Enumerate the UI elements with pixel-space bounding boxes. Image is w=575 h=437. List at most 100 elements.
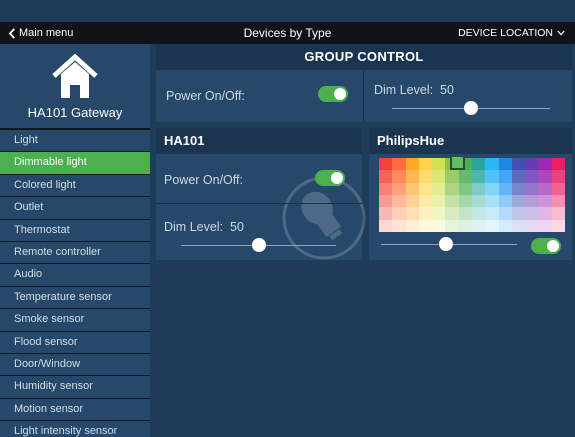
color-swatch[interactable]: [551, 207, 565, 220]
color-swatch[interactable]: [432, 170, 446, 183]
color-swatch[interactable]: [445, 170, 459, 183]
color-swatch[interactable]: [485, 158, 499, 171]
ha101-power-toggle[interactable]: [315, 170, 345, 186]
sidebar-item-temperature-sensor[interactable]: Temperature sensor: [0, 286, 150, 310]
color-swatch[interactable]: [525, 219, 539, 232]
color-swatch[interactable]: [418, 219, 433, 232]
color-swatch[interactable]: [498, 207, 512, 220]
color-swatch[interactable]: [405, 158, 419, 171]
color-swatch[interactable]: [471, 219, 486, 232]
color-swatch[interactable]: [405, 170, 419, 183]
color-swatch[interactable]: [525, 194, 539, 208]
color-swatch[interactable]: [525, 182, 539, 195]
sidebar-item-audio[interactable]: Audio: [0, 264, 150, 287]
color-swatch[interactable]: [551, 158, 565, 171]
color-swatch[interactable]: [458, 182, 472, 195]
color-swatch[interactable]: [432, 158, 446, 171]
color-swatch[interactable]: [511, 194, 526, 208]
color-swatch[interactable]: [392, 207, 406, 220]
color-swatch[interactable]: [511, 219, 526, 232]
color-swatch[interactable]: [471, 158, 486, 171]
color-swatch[interactable]: [538, 207, 552, 220]
color-swatch[interactable]: [485, 219, 499, 232]
hue-power-toggle[interactable]: [531, 238, 561, 254]
color-swatch[interactable]: [418, 158, 433, 171]
color-swatch[interactable]: [458, 170, 472, 183]
color-swatch[interactable]: [471, 170, 486, 183]
sidebar-item-flood-sensor[interactable]: Flood sensor: [0, 331, 150, 354]
color-swatch[interactable]: [551, 170, 565, 183]
color-swatch[interactable]: [525, 207, 539, 220]
color-swatch[interactable]: [485, 170, 499, 183]
color-swatch[interactable]: [511, 207, 526, 220]
color-swatch[interactable]: [525, 170, 539, 183]
color-swatch[interactable]: [432, 182, 446, 195]
color-swatch[interactable]: [405, 219, 419, 232]
color-swatch[interactable]: [485, 182, 499, 195]
color-swatch[interactable]: [471, 182, 486, 195]
main-menu-button[interactable]: Main menu: [8, 22, 73, 44]
color-swatch[interactable]: [418, 207, 433, 220]
ha101-dim-slider-thumb[interactable]: [251, 238, 266, 252]
color-swatch[interactable]: [432, 194, 446, 208]
group-dim-slider-thumb[interactable]: [464, 101, 478, 115]
color-swatch[interactable]: [538, 158, 552, 171]
color-swatch[interactable]: [379, 207, 393, 220]
color-swatch[interactable]: [485, 194, 499, 208]
sidebar-item-outlet[interactable]: Outlet: [0, 197, 150, 220]
color-swatch[interactable]: [392, 219, 406, 232]
color-swatch[interactable]: [432, 207, 446, 220]
color-swatch[interactable]: [471, 194, 486, 208]
color-swatch[interactable]: [538, 182, 552, 195]
color-swatch[interactable]: [445, 194, 459, 208]
color-swatch[interactable]: [471, 207, 486, 220]
color-swatch[interactable]: [498, 170, 512, 183]
color-swatch[interactable]: [379, 182, 393, 195]
color-swatch[interactable]: [405, 182, 419, 195]
color-swatch[interactable]: [511, 158, 526, 171]
sidebar-item-thermostat[interactable]: Thermostat: [0, 219, 150, 242]
sidebar-item-colored-light[interactable]: Colored light: [0, 174, 150, 198]
color-swatch[interactable]: [525, 158, 539, 171]
color-swatch[interactable]: [379, 158, 393, 171]
color-swatch[interactable]: [551, 194, 565, 208]
color-swatch[interactable]: [392, 182, 406, 195]
color-swatch[interactable]: [498, 219, 512, 232]
color-swatch[interactable]: [379, 219, 393, 232]
color-swatch[interactable]: [445, 207, 459, 220]
color-swatch[interactable]: [538, 219, 552, 232]
sidebar-item-door-window[interactable]: Door/Window: [0, 353, 150, 377]
color-swatch[interactable]: [485, 207, 499, 220]
color-swatch[interactable]: [551, 219, 565, 232]
color-swatch[interactable]: [405, 194, 419, 208]
color-swatch[interactable]: [418, 170, 433, 183]
color-swatch[interactable]: [379, 194, 393, 208]
color-swatch[interactable]: [432, 219, 446, 232]
color-swatch[interactable]: [458, 219, 472, 232]
sidebar-item-light-intensity-sensor[interactable]: Light intensity sensor: [0, 421, 150, 437]
color-swatch[interactable]: [392, 158, 406, 171]
color-swatch[interactable]: [392, 194, 406, 208]
color-swatch[interactable]: [458, 158, 472, 171]
color-swatch[interactable]: [538, 170, 552, 183]
sidebar-item-smoke-sensor[interactable]: Smoke sensor: [0, 309, 150, 332]
color-swatch[interactable]: [379, 170, 393, 183]
color-swatch[interactable]: [445, 182, 459, 195]
sidebar-item-light[interactable]: Light: [0, 130, 150, 153]
device-location-button[interactable]: DEVICE LOCATION: [458, 22, 565, 44]
color-swatch[interactable]: [458, 207, 472, 220]
color-swatch[interactable]: [538, 194, 552, 208]
color-swatch[interactable]: [511, 170, 526, 183]
color-swatch[interactable]: [445, 158, 459, 171]
color-swatch[interactable]: [498, 194, 512, 208]
hue-brightness-slider-thumb[interactable]: [439, 237, 454, 251]
group-power-toggle[interactable]: [318, 86, 348, 102]
color-swatch[interactable]: [405, 207, 419, 220]
color-swatch[interactable]: [445, 219, 459, 232]
color-swatch[interactable]: [498, 158, 512, 171]
color-swatch[interactable]: [418, 182, 433, 195]
color-swatch[interactable]: [498, 182, 512, 195]
color-swatch[interactable]: [418, 194, 433, 208]
sidebar-item-remote-controller[interactable]: Remote controller: [0, 241, 150, 265]
color-swatch[interactable]: [511, 182, 526, 195]
